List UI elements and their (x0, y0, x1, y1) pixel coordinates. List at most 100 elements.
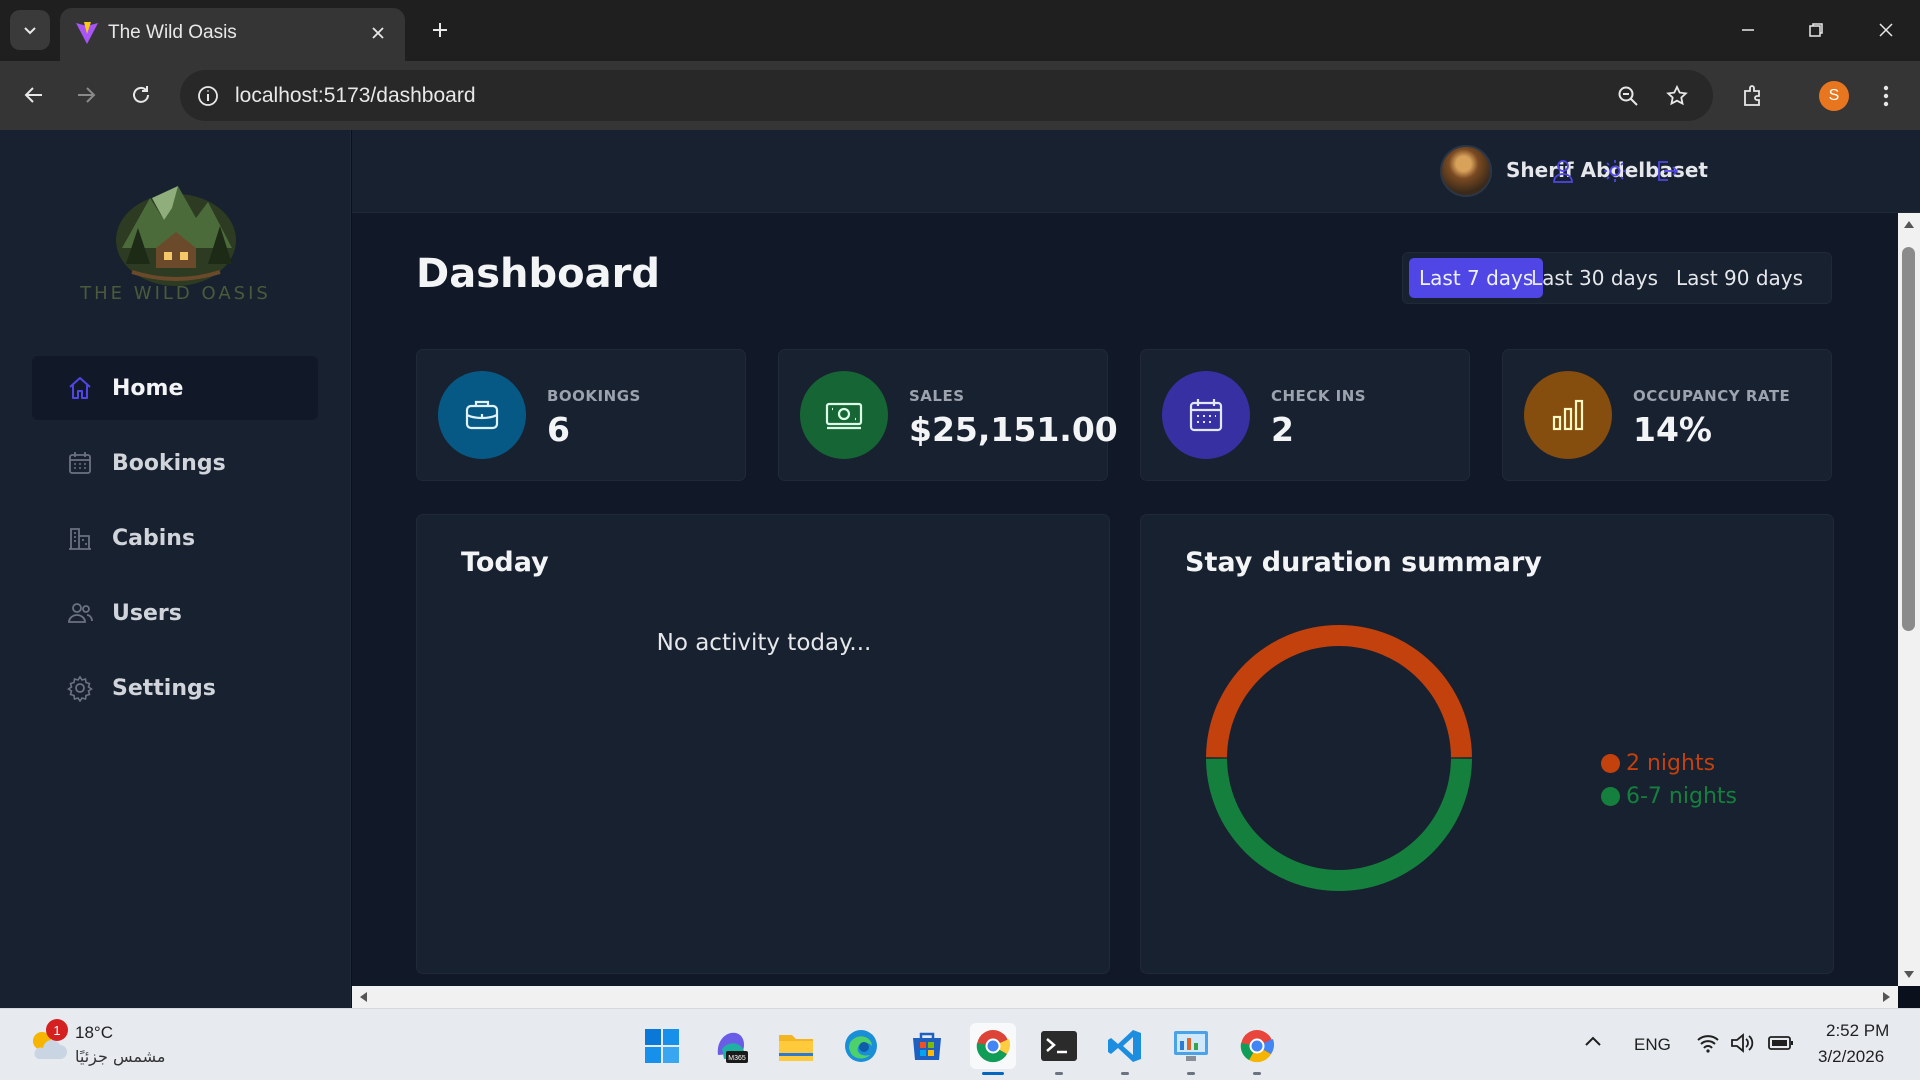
wild-oasis-logo[interactable] (112, 168, 240, 288)
taskbar-app-control-panel[interactable] (1168, 1023, 1214, 1075)
tab-title: The Wild Oasis (108, 22, 237, 43)
weather-temp: 18°C (75, 1023, 113, 1042)
restore-button[interactable] (1788, 8, 1844, 52)
close-tab-button[interactable] (365, 20, 391, 46)
browser-tab[interactable]: The Wild Oasis (60, 8, 405, 61)
profile-avatar: S (1819, 81, 1849, 111)
filter-last-90-days[interactable]: Last 90 days (1666, 258, 1813, 298)
address-bar[interactable]: localhost:5173/dashboard (180, 70, 1713, 121)
wifi-icon[interactable] (1696, 1033, 1720, 1053)
scrollbar-thumb[interactable] (1902, 247, 1915, 631)
logout-icon (1658, 161, 1679, 181)
dashboard-main: Dashboard Last 7 days Last 30 days Last … (352, 213, 1898, 986)
control-panel-icon (1174, 1031, 1208, 1061)
page-title: Dashboard (416, 251, 660, 297)
stat-card-check-ins: CHECK INS 2 (1140, 349, 1470, 481)
sidebar-item-users[interactable]: Users (32, 581, 318, 645)
clock-time[interactable]: 2:52 PM (1826, 1021, 1889, 1041)
terminal-icon (1041, 1031, 1077, 1061)
extensions-button[interactable] (1735, 78, 1771, 114)
svg-text:M365: M365 (728, 1055, 746, 1062)
scroll-right-icon[interactable] (1882, 991, 1892, 1003)
sidebar-item-settings[interactable]: Settings (32, 656, 318, 720)
sidebar-item-cabins[interactable]: Cabins (32, 506, 318, 570)
taskbar-app-chrome-profile[interactable] (1234, 1023, 1280, 1075)
taskbar-app-edge[interactable] (838, 1023, 884, 1069)
reload-button[interactable] (121, 75, 161, 115)
scroll-left-icon[interactable] (358, 991, 368, 1003)
dark-mode-toggle[interactable] (1598, 154, 1632, 188)
legend-item: 2 nights (1601, 747, 1737, 780)
legend-label: 6-7 nights (1626, 784, 1737, 809)
browser-menu-button[interactable] (1868, 78, 1904, 114)
scroll-up-icon[interactable] (1903, 219, 1915, 229)
taskbar-app-vscode[interactable] (1102, 1023, 1148, 1075)
stat-card-bookings: BOOKINGS 6 (416, 349, 746, 481)
arrow-left-icon (24, 87, 42, 103)
m365-icon: M365 (717, 1032, 748, 1063)
taskbar-app-store[interactable] (904, 1023, 950, 1069)
stat-value: 14% (1633, 410, 1712, 449)
gear-icon (67, 675, 93, 702)
stat-value: 2 (1271, 410, 1294, 449)
horizontal-scrollbar[interactable] (352, 986, 1898, 1008)
sidebar-item-bookings[interactable]: Bookings (32, 431, 318, 495)
zoom-button[interactable] (1613, 81, 1643, 111)
weather-widget[interactable]: 1 18°C مشمس جزئيًا (0, 1009, 200, 1080)
legend-item: 6-7 nights (1601, 780, 1737, 813)
chevron-up-icon[interactable] (1584, 1035, 1602, 1047)
running-indicator (1253, 1072, 1261, 1075)
active-indicator (982, 1072, 1004, 1075)
home-icon (69, 377, 91, 399)
donut-slice-0[interactable] (1206, 624, 1472, 758)
forward-button[interactable] (66, 75, 106, 115)
scroll-down-icon[interactable] (1903, 970, 1915, 980)
volume-icon[interactable] (1730, 1033, 1754, 1053)
taskbar-app-file-explorer[interactable] (773, 1023, 819, 1069)
close-window-button[interactable] (1858, 8, 1914, 52)
url-text[interactable]: localhost:5173/dashboard (235, 84, 476, 108)
clock-date[interactable]: 3/2/2026 (1818, 1047, 1884, 1067)
legend-dot (1601, 754, 1620, 773)
chart-title: Stay duration summary (1185, 547, 1542, 578)
browser-tab-bar: The Wild Oasis (0, 0, 1920, 61)
back-button[interactable] (14, 75, 54, 115)
taskbar-app-m365[interactable]: M365 (708, 1023, 754, 1069)
tab-search-button[interactable] (10, 10, 50, 50)
weather-desc: مشمس جزئيًا (75, 1047, 166, 1066)
donut-slice-1[interactable] (1206, 758, 1472, 892)
building-icon (69, 528, 91, 550)
sidebar-item-home[interactable]: Home (32, 356, 318, 420)
minimize-icon (1742, 29, 1754, 31)
stat-card-sales: SALES $25,151.00 (778, 349, 1118, 481)
language-indicator[interactable]: ENG (1634, 1035, 1671, 1055)
stat-label: OCCUPANCY RATE (1633, 387, 1791, 405)
filter-last-30-days[interactable]: Last 30 days (1521, 258, 1668, 298)
calendar-icon (69, 452, 91, 474)
vertical-scrollbar[interactable] (1898, 213, 1920, 986)
chrome-icon (976, 1030, 1011, 1063)
site-info-icon[interactable] (194, 82, 222, 110)
battery-icon[interactable] (1768, 1035, 1794, 1051)
logout-button[interactable] (1649, 154, 1683, 188)
minimize-button[interactable] (1720, 8, 1776, 52)
calendar-days-icon (1162, 371, 1250, 459)
new-tab-button[interactable] (422, 12, 458, 48)
banknotes-icon (800, 371, 888, 459)
taskbar-app-chrome[interactable] (970, 1023, 1016, 1075)
chart-bar-icon (1524, 371, 1612, 459)
avatar (1440, 145, 1492, 197)
start-button[interactable] (639, 1023, 685, 1069)
stat-label: SALES (909, 387, 965, 405)
store-icon (913, 1032, 941, 1060)
account-button[interactable] (1546, 154, 1580, 188)
profile-button[interactable]: S (1816, 78, 1852, 114)
stat-value: $25,151.00 (909, 410, 1118, 449)
logo-text: THE WILD OASIS (80, 283, 271, 304)
briefcase-icon (438, 371, 526, 459)
sidebar-item-label: Settings (112, 675, 216, 701)
bookmark-button[interactable] (1662, 81, 1692, 111)
taskbar-app-terminal[interactable] (1036, 1023, 1082, 1075)
running-indicator (1121, 1072, 1129, 1075)
vscode-icon (1108, 1030, 1141, 1062)
